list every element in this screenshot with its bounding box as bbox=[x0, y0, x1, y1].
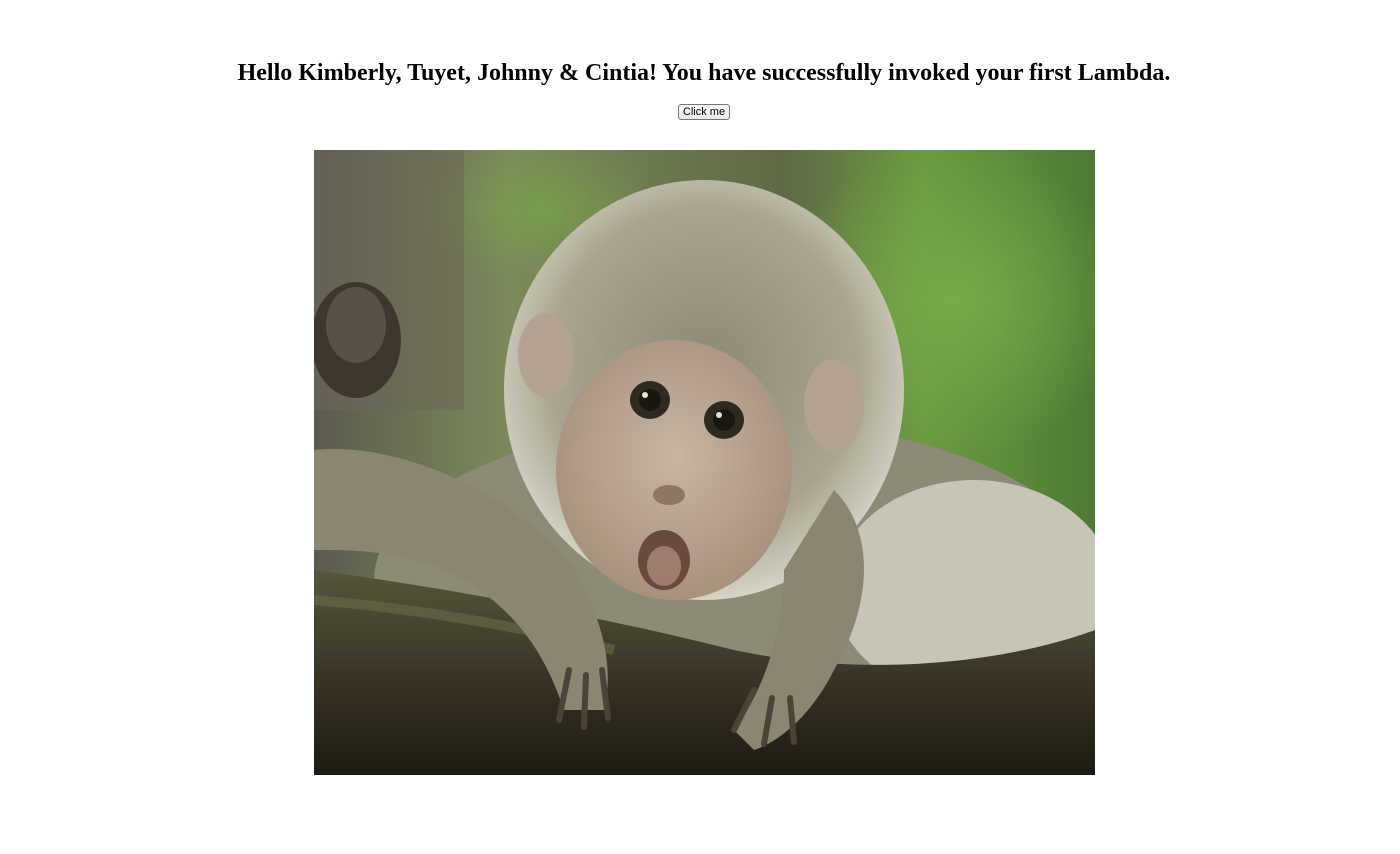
monkey-photo bbox=[314, 150, 1095, 775]
monkey-image bbox=[314, 150, 1095, 775]
greeting-heading: Hello Kimberly, Tuyet, Johnny & Cintia! … bbox=[237, 60, 1171, 86]
click-me-button[interactable]: Click me bbox=[678, 104, 730, 120]
page: Hello Kimberly, Tuyet, Johnny & Cintia! … bbox=[0, 0, 1400, 854]
